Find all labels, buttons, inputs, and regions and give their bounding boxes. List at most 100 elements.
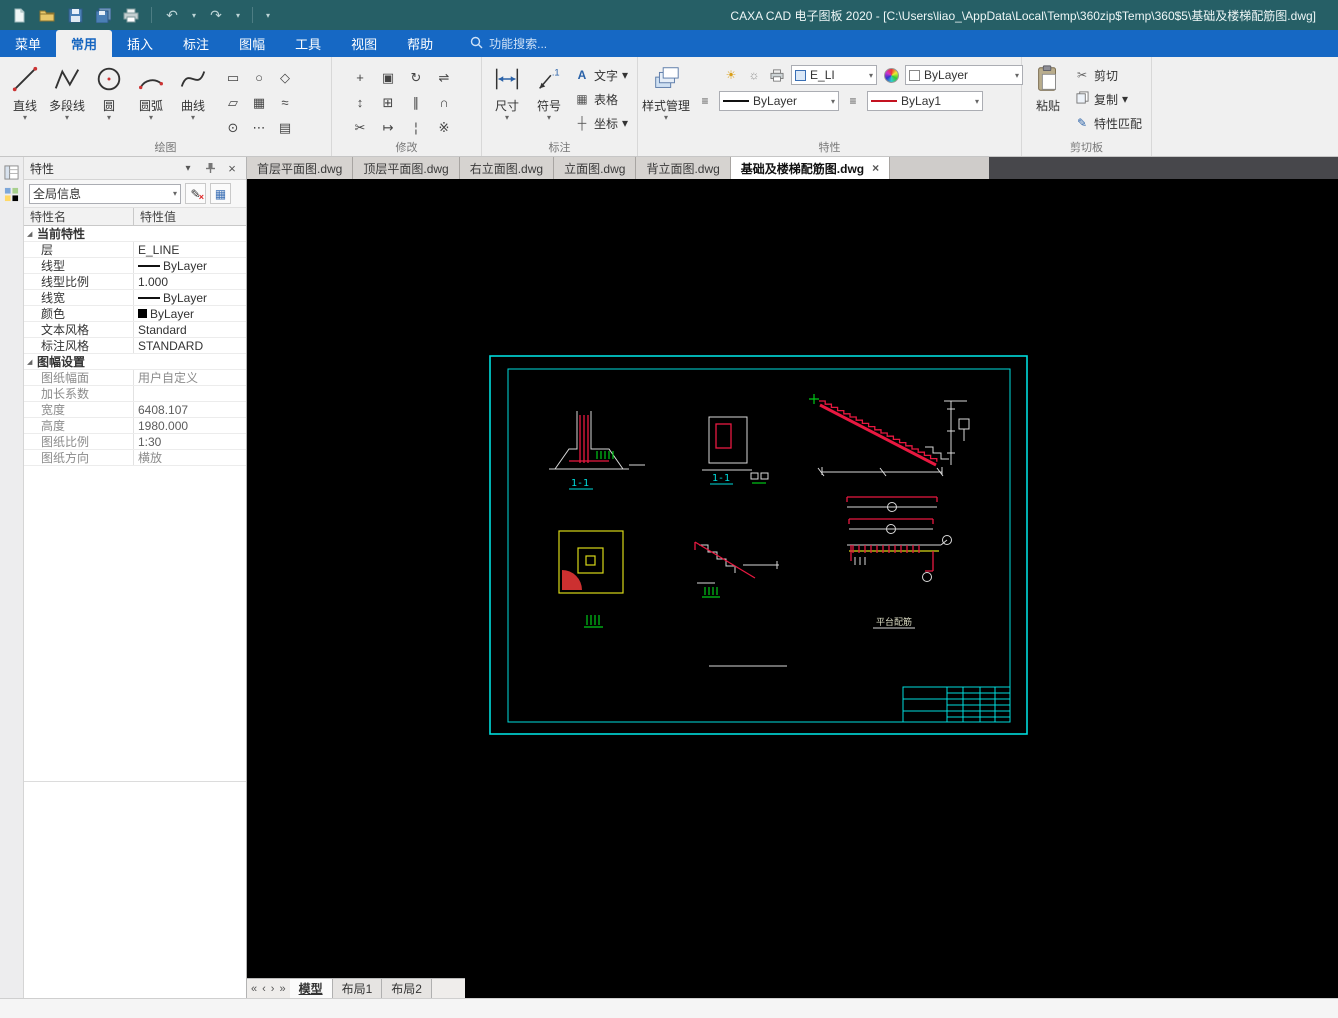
menu-tab-charu[interactable]: 插入	[112, 30, 168, 57]
table-tool-button[interactable]: ▦ 表格	[574, 89, 628, 109]
coordinate-tool-button[interactable]: ┼ 坐标 ▾	[574, 113, 628, 133]
menu-bar: 菜单 常用 插入 标注 图幅 工具 视图 帮助 功能搜索...	[0, 30, 1338, 57]
layer-combo[interactable]: E_LI ▾	[791, 65, 878, 85]
redo-dropdown[interactable]: ▾	[233, 4, 243, 26]
side-strip	[0, 157, 24, 998]
rotate-icon[interactable]: ↻	[402, 65, 430, 90]
match-properties-button[interactable]: ✎ 特性匹配	[1074, 113, 1142, 133]
array-icon[interactable]: ⊞	[374, 90, 402, 115]
undo-dropdown[interactable]: ▾	[189, 4, 199, 26]
more-draw-icon[interactable]: ⋯	[246, 115, 272, 140]
spline-tool-button[interactable]: 曲线 ▾	[172, 61, 214, 122]
properties-panel: 特性 ▾ × 全局信息 ▾ ✎ × ▦ 特性名 特性值 ◢ 当前特性 层 E_L…	[24, 157, 247, 998]
close-icon[interactable]: ×	[872, 162, 879, 174]
coordinate-icon: ┼	[577, 116, 587, 130]
extend-icon[interactable]: ↦	[374, 115, 402, 140]
doc-tab-dingceng[interactable]: 顶层平面图.dwg	[353, 157, 460, 179]
function-search[interactable]: 功能搜索...	[470, 30, 547, 57]
new-file-button[interactable]	[8, 4, 30, 26]
offset-icon[interactable]: ∥	[402, 90, 430, 115]
layout-tab-model[interactable]: 模型	[289, 979, 333, 998]
menu-tab-biaozhu[interactable]: 标注	[168, 30, 224, 57]
undo-button[interactable]: ↶	[161, 4, 183, 26]
copy-button[interactable]: 复制 ▾	[1074, 89, 1142, 109]
circle-tool-button[interactable]: 圆 ▾	[88, 61, 130, 122]
polyline-tool-button[interactable]: 多段线 ▾	[46, 61, 88, 122]
expand-marker-icon: ◢	[27, 358, 33, 366]
redo-button[interactable]: ↷	[205, 4, 227, 26]
prev-tab-icon[interactable]: ‹	[262, 983, 266, 995]
symbol-tool-button[interactable]: .1 符号 ▾	[528, 61, 570, 122]
print-button[interactable]	[120, 4, 142, 26]
layer-freeze-icon[interactable]: ☼	[745, 66, 763, 84]
chevron-down-icon: ▾	[265, 10, 270, 20]
chevron-down-icon: ▾	[190, 113, 195, 122]
ellipse-icon[interactable]: ○	[246, 65, 272, 90]
polygon-icon[interactable]: ◇	[272, 65, 298, 90]
scope-combo[interactable]: 全局信息 ▾	[29, 183, 181, 204]
color-combo[interactable]: ByLayer ▾	[905, 65, 1024, 85]
layer-print-icon[interactable]	[768, 66, 786, 84]
doc-tab-jichu-active[interactable]: 基础及楼梯配筋图.dwg ×	[730, 157, 891, 179]
library-palette-icon[interactable]	[3, 185, 21, 203]
lineweight-list-icon[interactable]: ≡	[844, 92, 862, 110]
fillet-icon[interactable]: ∩	[430, 90, 458, 115]
menu-tab-gongju[interactable]: 工具	[280, 30, 336, 57]
break-icon[interactable]: ¦	[402, 115, 430, 140]
drawing-canvas[interactable]: 1-1 1-1 平台配筋 « ‹ › » 模型 布局1 布局2	[247, 179, 1338, 998]
line-tool-button[interactable]: 直线 ▾	[4, 61, 46, 122]
right-column: 首层平面图.dwg 顶层平面图.dwg 右立面图.dwg 立面图.dwg 背立面…	[247, 157, 1338, 998]
properties-palette-icon[interactable]	[3, 163, 21, 181]
lineweight-combo[interactable]: ByLay1 ▾	[867, 91, 984, 111]
linetype-list-icon[interactable]: ≡	[696, 92, 714, 110]
panel-menu-icon[interactable]: ▾	[180, 160, 196, 176]
group-row-current[interactable]: ◢ 当前特性	[24, 226, 246, 242]
cut-button[interactable]: ✂ 剪切	[1074, 65, 1142, 85]
move-icon[interactable]: +	[346, 65, 374, 90]
mirror-icon[interactable]: ⇌	[430, 65, 458, 90]
doc-tab-beilimian[interactable]: 背立面图.dwg	[636, 157, 731, 179]
customize-toolbar-button[interactable]: ▾	[262, 4, 274, 26]
doc-tab-youlimian[interactable]: 右立面图.dwg	[459, 157, 555, 179]
close-icon[interactable]: ×	[224, 160, 240, 176]
scale-icon[interactable]: ↕	[346, 90, 374, 115]
paste-button[interactable]: 粘贴	[1026, 61, 1070, 114]
grid-icon: ▦	[214, 186, 227, 201]
doc-tab-shouceng[interactable]: 首层平面图.dwg	[247, 157, 354, 179]
next-tab-icon[interactable]: ›	[271, 983, 275, 995]
menu-tab-bangzhu[interactable]: 帮助	[392, 30, 448, 57]
linetype-combo[interactable]: ByLayer ▾	[719, 91, 840, 111]
hatch-icon[interactable]: ▦	[246, 90, 272, 115]
style-manager-button[interactable]: 样式管理 ▾	[642, 61, 690, 122]
open-file-button[interactable]	[36, 4, 58, 26]
pick-object-button[interactable]: ▦	[210, 183, 231, 204]
arc-tool-button[interactable]: 圆弧 ▾	[130, 61, 172, 122]
explode-icon[interactable]: ※	[430, 115, 458, 140]
color-wheel-icon[interactable]	[882, 66, 900, 84]
text-tool-button[interactable]: A 文字 ▾	[574, 65, 628, 85]
rectangle-icon[interactable]: ▭	[220, 65, 246, 90]
menu-tab-caidan[interactable]: 菜单	[0, 30, 56, 57]
layout-tab-layout2[interactable]: 布局2	[382, 979, 432, 998]
save-all-button[interactable]	[92, 4, 114, 26]
fill-icon[interactable]: ▤	[272, 115, 298, 140]
doc-tab-limian[interactable]: 立面图.dwg	[554, 157, 637, 179]
wave-icon[interactable]: ≈	[272, 90, 298, 115]
pin-icon[interactable]	[202, 160, 218, 176]
group-row-sheet[interactable]: ◢ 图幅设置	[24, 354, 246, 370]
parallelogram-icon[interactable]: ▱	[220, 90, 246, 115]
menu-tab-tufu[interactable]: 图幅	[224, 30, 280, 57]
trim-icon[interactable]: ✂	[346, 115, 374, 140]
dimension-tool-button[interactable]: 尺寸 ▾	[486, 61, 528, 122]
point-icon[interactable]: ⊙	[220, 115, 246, 140]
menu-tab-changyong[interactable]: 常用	[56, 30, 113, 57]
layer-light-icon[interactable]: ☀	[722, 66, 740, 84]
menu-tab-shitu[interactable]: 视图	[336, 30, 392, 57]
first-tab-icon[interactable]: «	[251, 983, 257, 995]
layout-tab-layout1[interactable]: 布局1	[332, 979, 383, 998]
clear-override-button[interactable]: ✎ ×	[185, 183, 206, 204]
copy-icon[interactable]: ▣	[374, 65, 402, 90]
save-button[interactable]	[64, 4, 86, 26]
last-tab-icon[interactable]: »	[279, 983, 285, 995]
toolbar-separator	[151, 7, 152, 23]
